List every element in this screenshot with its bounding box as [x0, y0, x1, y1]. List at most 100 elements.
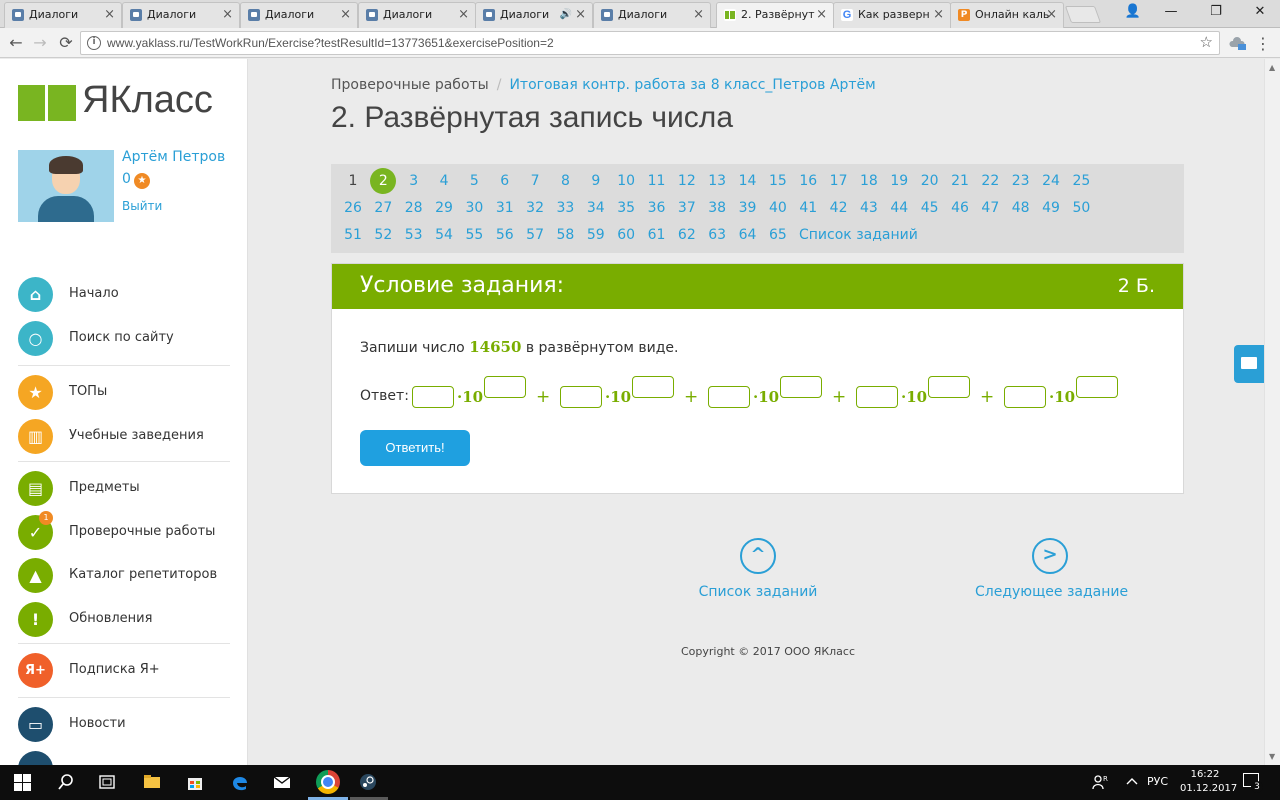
minimize-button[interactable]: — — [1156, 4, 1186, 19]
tab-close-icon[interactable]: × — [933, 3, 944, 27]
sidebar-item-star[interactable]: ★ ТОПы — [18, 375, 238, 411]
tab-close-icon[interactable]: × — [104, 3, 115, 27]
task-number-link[interactable]: 63 — [702, 227, 732, 243]
windows-start-icon[interactable] — [12, 772, 32, 792]
task-number-link[interactable]: 19 — [884, 173, 914, 189]
digit-input[interactable] — [708, 386, 750, 408]
task-number-link[interactable]: 42 — [824, 200, 854, 216]
task-number-link[interactable]: 27 — [368, 200, 398, 216]
browser-tab[interactable]: G Как разверн × — [833, 2, 951, 28]
task-number-link[interactable]: 34 — [581, 200, 611, 216]
digit-input[interactable] — [560, 386, 602, 408]
task-number-link[interactable]: 59 — [581, 227, 611, 243]
submit-answer-button[interactable]: Ответить! — [360, 430, 470, 466]
task-number-link[interactable]: 32 — [520, 200, 550, 216]
task-number-link[interactable]: 64 — [733, 227, 763, 243]
task-number-link[interactable]: 54 — [429, 227, 459, 243]
sidebar-item-graduation-cap[interactable]: ▲ Каталог репетиторов — [18, 558, 238, 594]
browser-tab[interactable]: Диалоги × — [358, 2, 476, 28]
digit-input[interactable] — [856, 386, 898, 408]
task-number-done[interactable]: 1 — [338, 173, 368, 189]
exponent-input[interactable] — [484, 376, 526, 398]
task-number-link[interactable]: 56 — [490, 227, 520, 243]
avatar[interactable] — [18, 150, 114, 222]
task-number-link[interactable]: 41 — [793, 200, 823, 216]
browser-tab[interactable]: Диалоги × — [593, 2, 711, 28]
page-scrollbar[interactable]: ▲ ▼ — [1264, 59, 1280, 765]
task-number-link[interactable]: 21 — [945, 173, 975, 189]
edge-browser-icon[interactable] — [230, 772, 250, 792]
scroll-up-arrow-icon[interactable]: ▲ — [1269, 63, 1275, 72]
clock[interactable]: 16:22 01.12.2017 — [1180, 768, 1237, 796]
url-input[interactable]: i www.yaklass.ru/TestWorkRun/Exercise?te… — [80, 31, 1220, 55]
task-number-link[interactable]: 25 — [1066, 173, 1096, 189]
forward-button[interactable]: → — [30, 33, 50, 52]
extension-cloud-icon[interactable] — [1228, 34, 1246, 52]
task-number-link[interactable]: 28 — [399, 200, 429, 216]
tab-close-icon[interactable]: × — [693, 3, 704, 27]
tab-close-icon[interactable]: × — [575, 3, 586, 27]
task-number-link[interactable]: 9 — [581, 173, 611, 189]
user-name-link[interactable]: Артём Петров — [122, 149, 225, 165]
tab-close-icon[interactable]: × — [816, 3, 827, 27]
next-task-nav[interactable]: > Следующее задание — [975, 538, 1128, 600]
sidebar-item-search[interactable]: ○ Поиск по сайту — [18, 320, 238, 357]
task-number-link[interactable]: 20 — [915, 173, 945, 189]
task-number-link[interactable]: 40 — [763, 200, 793, 216]
task-number-link[interactable]: 16 — [793, 173, 823, 189]
sidebar-item-school[interactable]: ▥ Учебные заведения — [18, 418, 238, 455]
browser-tab[interactable]: P Онлайн каль × — [950, 2, 1064, 28]
new-tab-button[interactable] — [1064, 6, 1102, 23]
task-number-link[interactable]: 6 — [490, 173, 520, 189]
store-icon[interactable] — [185, 772, 205, 792]
tab-close-icon[interactable]: × — [1046, 3, 1057, 27]
exponent-input[interactable] — [1076, 376, 1118, 398]
sidebar-item-checkmark[interactable]: ✓ 1 Проверочные работы — [18, 510, 238, 551]
task-number-link[interactable]: 17 — [824, 173, 854, 189]
task-number-link[interactable]: 49 — [1036, 200, 1066, 216]
language-indicator[interactable]: РУС — [1147, 775, 1168, 788]
task-number-link[interactable]: 31 — [490, 200, 520, 216]
task-number-link[interactable]: 43 — [854, 200, 884, 216]
task-number-link[interactable]: 10 — [611, 173, 641, 189]
task-view-icon[interactable] — [97, 772, 117, 792]
task-number-link[interactable]: 7 — [520, 173, 550, 189]
browser-tab[interactable]: 2. Развёрнут × — [716, 2, 834, 29]
task-number-link[interactable]: 5 — [459, 173, 489, 189]
task-number-link[interactable]: 57 — [520, 227, 550, 243]
chevron-up-icon[interactable] — [1122, 772, 1142, 792]
tab-close-icon[interactable]: × — [340, 3, 351, 27]
sidebar-item-book[interactable]: ▤ Предметы — [18, 471, 238, 507]
sidebar-item-subscription[interactable]: Я+ Подписка Я+ — [18, 653, 238, 689]
task-number-link[interactable]: 52 — [368, 227, 398, 243]
exponent-input[interactable] — [780, 376, 822, 398]
sidebar-item-news[interactable]: ▭ Новости — [18, 707, 238, 743]
logout-link[interactable]: Выйти — [122, 199, 162, 213]
steam-icon[interactable] — [358, 772, 378, 792]
search-icon[interactable] — [56, 772, 76, 792]
task-number-link[interactable]: 50 — [1066, 200, 1096, 216]
people-icon[interactable]: R — [1090, 772, 1110, 792]
task-number-link[interactable]: 11 — [642, 173, 672, 189]
task-number-link[interactable]: 4 — [429, 173, 459, 189]
bookmark-star-icon[interactable]: ☆ — [1200, 33, 1213, 51]
maximize-button[interactable]: ❐ — [1201, 4, 1231, 19]
browser-menu-icon[interactable]: ⋮ — [1255, 34, 1271, 53]
breadcrumb-test-name[interactable]: Итоговая контр. работа за 8 класс_Петров… — [509, 77, 875, 93]
task-number-link[interactable]: 55 — [459, 227, 489, 243]
task-number-link[interactable]: 51 — [338, 227, 368, 243]
task-number-link[interactable]: 8 — [550, 173, 580, 189]
task-number-link[interactable]: 14 — [733, 173, 763, 189]
tab-close-icon[interactable]: × — [458, 3, 469, 27]
task-number-link[interactable]: 22 — [975, 173, 1005, 189]
site-info-icon[interactable]: i — [87, 36, 101, 50]
task-number-link[interactable]: 18 — [854, 173, 884, 189]
task-number-link[interactable]: 62 — [672, 227, 702, 243]
close-window-button[interactable]: ✕ — [1245, 4, 1275, 19]
task-number-link[interactable]: 46 — [945, 200, 975, 216]
task-number-link[interactable]: 45 — [915, 200, 945, 216]
task-list-link[interactable]: Список заданий — [799, 227, 918, 243]
task-number-link[interactable]: 53 — [399, 227, 429, 243]
task-number-link[interactable]: 37 — [672, 200, 702, 216]
task-number-link[interactable]: 61 — [642, 227, 672, 243]
